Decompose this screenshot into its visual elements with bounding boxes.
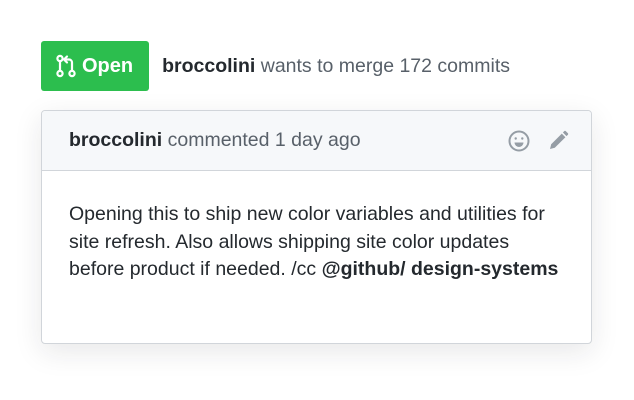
comment-card: broccolini commented 1 day ago Opening t… bbox=[41, 110, 592, 344]
comment-author-link[interactable]: broccolini bbox=[69, 129, 162, 152]
comment-timestamp[interactable]: 1 day ago bbox=[275, 129, 361, 152]
pr-meta: broccolini wants to merge 172 commits bbox=[162, 55, 510, 78]
team-mention-link[interactable]: @github/ design-systems bbox=[322, 258, 559, 280]
git-pull-request-icon bbox=[56, 54, 76, 78]
pencil-icon[interactable] bbox=[547, 130, 569, 152]
pr-state-badge: Open bbox=[41, 41, 150, 91]
pr-summary: wants to merge 172 commits bbox=[260, 54, 510, 77]
pr-author-link[interactable]: broccolini bbox=[162, 55, 255, 77]
pr-header: Open broccolini wants to merge 172 commi… bbox=[41, 41, 510, 91]
comment-body: Opening this to ship new color variables… bbox=[42, 171, 591, 284]
pr-state-label: Open bbox=[82, 54, 134, 77]
comment-header: broccolini commented 1 day ago bbox=[42, 111, 591, 171]
comment-actions bbox=[508, 130, 569, 152]
smiley-icon[interactable] bbox=[508, 130, 530, 152]
comment-action: commented bbox=[167, 129, 270, 151]
